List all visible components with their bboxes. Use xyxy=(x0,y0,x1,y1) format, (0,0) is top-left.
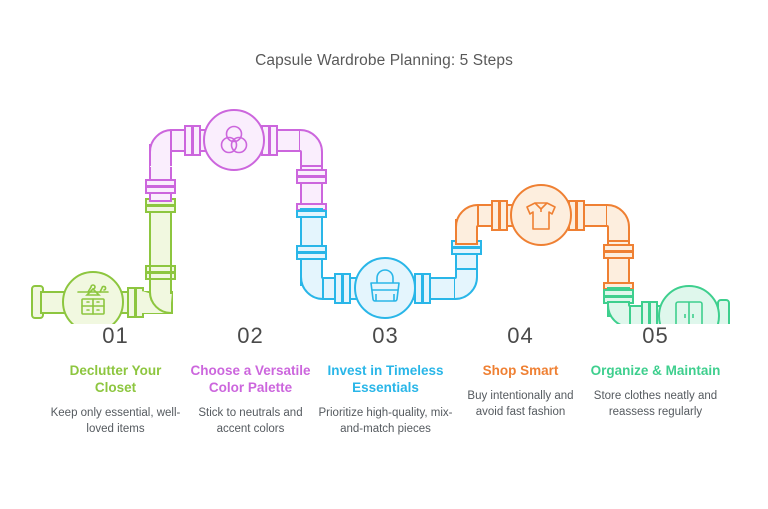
step-list: 01 Declutter Your Closet Keep only essen… xyxy=(0,322,768,437)
step-description: Buy intentionally and avoid fast fashion xyxy=(467,390,574,418)
step-node-04[interactable] xyxy=(510,184,572,246)
step-number: 04 xyxy=(507,323,534,348)
step-item-02[interactable]: 02 Choose a Versatile Color Palette Stic… xyxy=(183,322,318,437)
page-title: Capsule Wardrobe Planning: 5 Steps xyxy=(255,52,513,69)
step-description: Store clothes neatly and reassess regula… xyxy=(593,390,718,418)
step-item-03[interactable]: 03 Invest in Timeless Essentials Priorit… xyxy=(318,322,453,437)
step-node-02[interactable] xyxy=(203,109,265,171)
step-title: Invest in Timeless Essentials xyxy=(327,363,444,395)
step-title: Choose a Versatile Color Palette xyxy=(190,363,311,395)
step-number: 05 xyxy=(642,323,669,348)
step-item-04[interactable]: 04 Shop Smart Buy intentionally and avoi… xyxy=(453,322,588,420)
step-title: Shop Smart xyxy=(482,363,559,378)
step-number: 01 xyxy=(102,323,129,348)
infographic-page: Capsule Wardrobe Planning: 5 Steps 01 De… xyxy=(0,0,768,509)
step-number: 03 xyxy=(372,323,399,348)
step-title: Organize & Maintain xyxy=(590,363,721,378)
step-node-03[interactable] xyxy=(354,257,416,319)
pipeline-diagram xyxy=(31,109,730,324)
step-description: Stick to neutrals and accent colors xyxy=(198,407,303,435)
step-node-01[interactable] xyxy=(62,271,124,324)
step-item-05[interactable]: 05 Organize & Maintain Store clothes nea… xyxy=(588,322,723,420)
step-title: Declutter Your Closet xyxy=(69,363,162,395)
step-description: Prioritize high-quality, mix-and-match p… xyxy=(318,407,453,435)
step-item-01[interactable]: 01 Declutter Your Closet Keep only essen… xyxy=(48,322,183,437)
step-description: Keep only essential, well-loved items xyxy=(50,407,181,435)
step-number: 02 xyxy=(237,323,264,348)
step-node-05[interactable] xyxy=(658,285,720,324)
